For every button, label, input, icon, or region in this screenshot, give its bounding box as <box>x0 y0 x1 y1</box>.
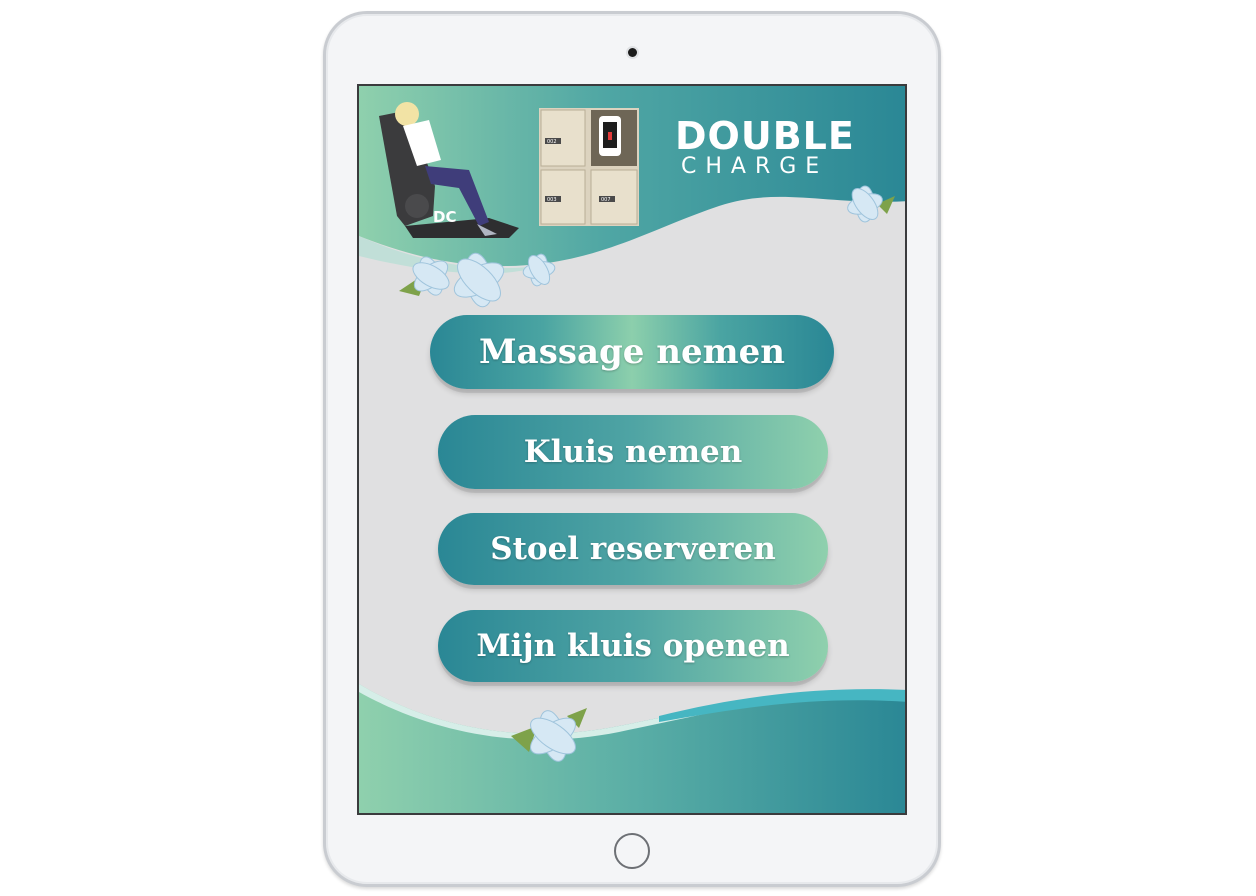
locker-number: 003 <box>547 197 557 203</box>
doublecharge-logo: DOUBLE CHARGE <box>675 116 855 186</box>
logo-text-top: DOUBLE <box>675 114 855 158</box>
locker-number: 002 <box>547 139 557 145</box>
stoel-reserveren-button[interactable]: Stoel reserveren <box>438 513 828 585</box>
flower-icon <box>511 708 587 762</box>
home-button[interactable] <box>614 833 650 869</box>
locker-number: 007 <box>601 197 611 203</box>
kluis-nemen-button[interactable]: Kluis nemen <box>438 415 828 489</box>
button-label: Kluis nemen <box>523 434 743 470</box>
button-label: Mijn kluis openen <box>476 628 790 664</box>
locker-photo: 002 003 007 <box>539 108 639 226</box>
button-label: Stoel reserveren <box>490 531 776 567</box>
button-label: Massage nemen <box>479 332 785 372</box>
mijn-kluis-openen-button[interactable]: Mijn kluis openen <box>438 610 828 682</box>
logo-text-bottom: CHARGE <box>681 154 829 179</box>
flower-icon <box>847 185 895 223</box>
flower-icon <box>399 252 556 308</box>
chair-logo-mark: DC <box>433 208 457 226</box>
massage-nemen-button[interactable]: Massage nemen <box>430 315 834 389</box>
kiosk-screen: DC 002 003 007 DOUBLE CHARGE Massage nem… <box>357 84 907 815</box>
camera-icon <box>628 48 637 57</box>
